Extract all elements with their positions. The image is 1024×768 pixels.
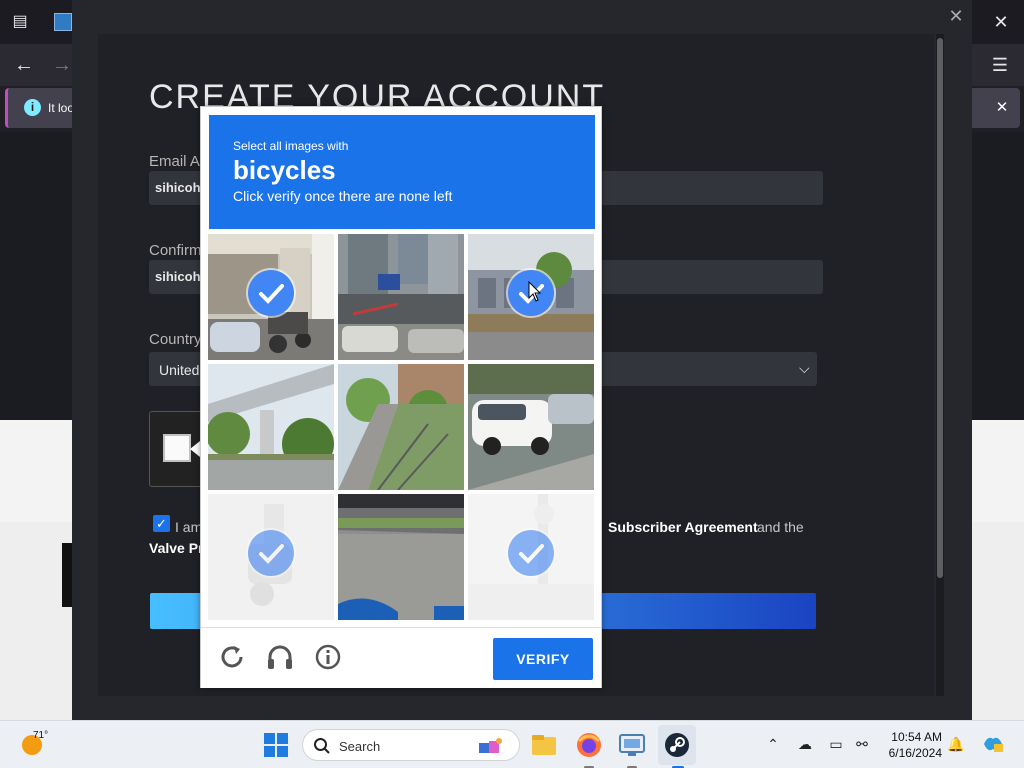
notification-text: It loo [48, 101, 75, 115]
firefox-icon[interactable] [573, 729, 605, 761]
subscriber-agreement-link[interactable]: Subscriber Agreement [608, 519, 758, 535]
search-highlight-icon [475, 737, 505, 755]
chevron-up-icon[interactable]: ⌃ [764, 735, 782, 753]
audio-headphones-icon[interactable] [265, 642, 295, 672]
email-label: Email Ac [149, 153, 208, 170]
remote-desktop-icon[interactable] [616, 729, 648, 761]
captcha-tile-6[interactable] [468, 364, 594, 490]
taskbar-search-input[interactable]: Search [302, 729, 520, 761]
email-value: sihicoh [155, 180, 201, 195]
captcha-tile-5[interactable] [338, 364, 464, 490]
confirm-email-label: Confirm [149, 242, 202, 259]
privacy-policy-link[interactable]: Valve Pr [149, 540, 204, 556]
tile-1-check-icon [248, 270, 294, 316]
network-icon[interactable]: ⚯ [853, 735, 871, 753]
cloud-offline-icon[interactable]: ☁ [796, 735, 814, 753]
page-background-left [0, 420, 72, 522]
scrollbar-thumb[interactable] [937, 38, 943, 578]
page-background-right [972, 420, 1024, 522]
modal-close-icon[interactable]: ✕ [943, 4, 969, 28]
reload-icon[interactable] [217, 642, 247, 672]
taskbar: 71° Search ⌃ ☁ ▭ ⚯ 10:54 AM 6/16/2024 🔔 [0, 720, 1024, 768]
windows-start-icon[interactable] [264, 733, 288, 757]
agreement-checkbox[interactable]: ✓ [153, 515, 170, 532]
tile-7-check-icon [248, 530, 294, 576]
tab-favicon-icon[interactable] [54, 13, 72, 31]
info-icon: i [24, 99, 41, 116]
display-icon[interactable]: ▭ [827, 735, 845, 753]
info-circle-icon[interactable] [313, 642, 343, 672]
confirm-email-value: sihicoh [155, 269, 201, 284]
country-label: Country [149, 331, 202, 348]
captcha-tile-9[interactable] [468, 494, 594, 620]
captcha-tile-1[interactable] [208, 234, 334, 360]
captcha-prompt: Select all images with [233, 139, 349, 153]
weather-temperature: 71° [33, 730, 49, 741]
steam-icon[interactable] [661, 729, 693, 761]
search-icon [313, 737, 331, 755]
notification-close-icon[interactable]: ✕ [990, 96, 1014, 120]
captcha-instruction: Click verify once there are none left [233, 188, 453, 204]
captcha-tile-8[interactable] [338, 494, 464, 620]
verify-button[interactable]: VERIFY [493, 638, 593, 680]
captcha-footer: VERIFY [201, 627, 601, 688]
captcha-target-word: bicycles [233, 155, 336, 185]
back-arrow-icon[interactable]: ← [10, 52, 38, 78]
copilot-icon[interactable] [982, 735, 1004, 753]
menu-icon[interactable]: ☰ [986, 52, 1014, 78]
clock-time[interactable]: 10:54 AM [886, 730, 942, 744]
captcha-tile-2[interactable] [338, 234, 464, 360]
captcha-tile-7[interactable] [208, 494, 334, 620]
tab-overview-icon[interactable]: ▤ [6, 10, 34, 34]
notification-bell-icon[interactable]: 🔔 [947, 735, 965, 753]
window-close-icon[interactable]: ✕ [984, 8, 1018, 36]
agreement-text: I am [175, 519, 203, 535]
recaptcha-pointer [190, 441, 200, 457]
agreement-and-text: and the [757, 519, 804, 535]
captcha-header: Select all images with bicycles Click ve… [209, 115, 595, 229]
clock-date[interactable]: 6/16/2024 [880, 746, 942, 760]
captcha-challenge: Select all images with bicycles Click ve… [200, 106, 602, 688]
captcha-tile-4[interactable] [208, 364, 334, 490]
search-placeholder: Search [339, 739, 381, 754]
tile-9-check-icon [508, 530, 554, 576]
recaptcha-checkbox[interactable] [163, 434, 191, 462]
file-explorer-icon[interactable] [528, 729, 560, 761]
chevron-down-icon: ⌵ [799, 360, 810, 376]
country-value: United [159, 362, 200, 378]
mouse-cursor-icon [528, 280, 542, 303]
